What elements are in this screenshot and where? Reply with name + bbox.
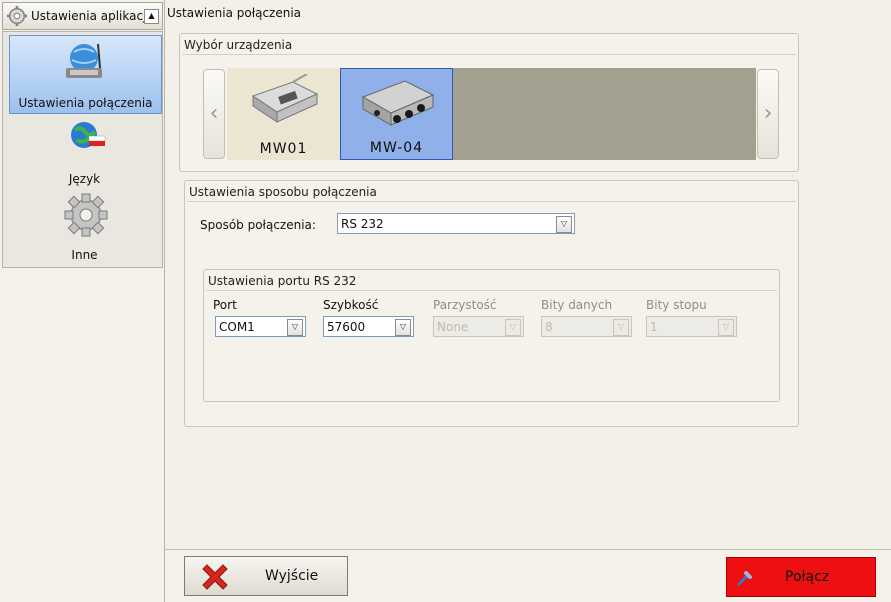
data-bits-select: 8 ▽	[541, 316, 632, 337]
device-label: MW-04	[369, 140, 424, 156]
sidebar-title: Ustawienia aplikacji	[31, 9, 150, 23]
collapse-button[interactable]: ▲	[144, 9, 159, 24]
port-select[interactable]: COM1 ▽	[215, 316, 306, 337]
device-carousel: MW01 MW-04	[227, 68, 756, 160]
device-mw-04-image	[361, 80, 435, 126]
device-tile-mw01[interactable]: MW01	[227, 68, 340, 160]
stop-bits-select: 1 ▽	[646, 316, 737, 337]
sidebar-nav: Ustawienia połączenia Język Inne	[2, 31, 163, 268]
chevron-left-icon: ‹	[209, 101, 219, 126]
device-tile-mw-04[interactable]: MW-04	[340, 68, 453, 160]
sidebar-item-language[interactable]: Język	[9, 118, 160, 190]
data-bits-label: Bity danych	[541, 298, 613, 312]
device-label: MW01	[259, 141, 308, 157]
stop-bits-label: Bity stopu	[646, 298, 707, 312]
baud-rate-label: Szybkość	[323, 298, 379, 312]
connection-method-label: Sposób połączenia:	[200, 218, 316, 232]
globe-flag-icon	[71, 122, 106, 148]
sidebar-item-label: Inne	[71, 248, 98, 262]
connection-group-title: Ustawienia sposobu połączenia	[189, 185, 377, 199]
connect-button[interactable]: Połącz	[726, 557, 876, 597]
network-settings-icon	[66, 43, 102, 78]
parity-select: None ▽	[433, 316, 524, 337]
close-x-icon	[202, 564, 228, 590]
chevron-down-icon: ▽	[613, 319, 629, 336]
sidebar: Ustawienia aplikacji ▲ Ustawienia połącz…	[0, 0, 165, 602]
device-group-title: Wybór urządzenia	[184, 38, 293, 52]
plug-icon	[737, 571, 752, 586]
baud-rate-select[interactable]: 57600 ▽	[323, 316, 414, 337]
chevron-down-icon[interactable]: ▽	[556, 216, 572, 233]
chevron-down-icon[interactable]: ▽	[395, 319, 411, 336]
exit-button[interactable]: Wyjście	[184, 556, 348, 596]
data-bits-value: 8	[545, 320, 553, 334]
sidebar-item-label: Ustawienia połączenia	[18, 96, 153, 110]
connect-button-label: Połącz	[785, 569, 830, 585]
chevron-right-icon: ›	[763, 101, 773, 126]
parity-label: Parzystość	[433, 298, 497, 312]
connection-method-select[interactable]: RS 232 ▽	[337, 213, 575, 234]
settings-gear-icon	[6, 5, 28, 27]
port-value: COM1	[219, 320, 255, 334]
exit-button-label: Wyjście	[265, 568, 319, 584]
device-mw01-image	[251, 74, 319, 123]
sidebar-header[interactable]: Ustawienia aplikacji ▲	[2, 2, 163, 30]
page-title: Ustawienia połączenia	[167, 6, 302, 20]
chevron-down-icon: ▽	[505, 319, 521, 336]
carousel-prev-button[interactable]: ‹	[203, 69, 225, 159]
stop-bits-value: 1	[650, 320, 658, 334]
sidebar-item-connection-settings[interactable]: Ustawienia połączenia	[9, 35, 162, 114]
chevron-down-icon: ▽	[718, 319, 734, 336]
gear-icon	[64, 193, 108, 237]
baud-rate-value: 57600	[327, 320, 366, 334]
sidebar-item-label: Język	[68, 172, 101, 186]
sidebar-item-other[interactable]: Inne	[9, 192, 160, 264]
chevron-down-icon[interactable]: ▽	[287, 319, 303, 336]
connection-method-value: RS 232	[341, 217, 384, 231]
parity-value: None	[437, 320, 469, 334]
carousel-next-button[interactable]: ›	[757, 69, 779, 159]
port-group-title: Ustawienia portu RS 232	[208, 274, 357, 288]
port-label: Port	[213, 298, 237, 312]
